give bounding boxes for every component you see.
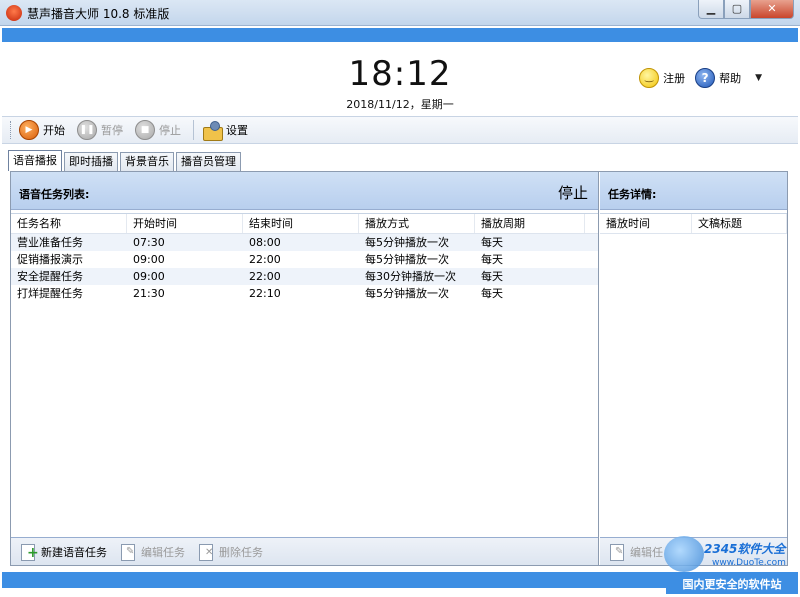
end-time-cell: 22:00 <box>249 253 281 266</box>
task-list-pane: 语音任务列表: 停止 任务名称 开始时间 结束时间 播放方式 播放周期 营业准备… <box>11 172 599 565</box>
help-button[interactable]: ? 帮助 ▼ <box>695 68 762 88</box>
close-button[interactable]: ✕ <box>750 0 794 19</box>
settings-button[interactable]: 设置 <box>202 120 248 141</box>
task-table-body: 营业准备任务 07:30 08:00 每5分钟播放一次 每天 促销播报演示 09… <box>11 234 598 302</box>
start-button[interactable]: ▶ 开始 <box>19 120 65 140</box>
table-row[interactable]: 安全提醒任务 09:00 22:00 每30分钟播放一次 每天 <box>11 268 598 285</box>
play-cycle-cell: 每天 <box>481 270 503 283</box>
chevron-down-icon[interactable]: ▼ <box>755 73 762 83</box>
clock-date: 2018/11/12，星期一 <box>346 98 454 111</box>
column-header[interactable]: 播放方式 <box>359 214 475 233</box>
pause-icon: ❚❚ <box>77 120 97 140</box>
task-list-title: 语音任务列表: <box>19 188 90 201</box>
tab-background-music[interactable]: 背景音乐 <box>120 152 174 171</box>
window-controls: ▁ ▢ ✕ <box>698 0 794 20</box>
header-accent-band <box>2 28 798 42</box>
smiley-icon <box>639 68 660 88</box>
start-time-cell: 21:30 <box>133 287 165 300</box>
task-name-cell: 营业准备任务 <box>17 236 83 249</box>
start-time-cell: 07:30 <box>133 236 165 249</box>
stop-button[interactable]: ■ 停止 <box>135 120 181 140</box>
tab-announcer-management[interactable]: 播音员管理 <box>176 152 241 171</box>
end-time-cell: 22:10 <box>249 287 281 300</box>
start-time-cell: 09:00 <box>133 270 165 283</box>
column-header[interactable]: 开始时间 <box>127 214 243 233</box>
play-mode-cell: 每5分钟播放一次 <box>365 253 449 266</box>
new-task-button[interactable]: 新建语音任务 <box>19 543 107 561</box>
task-list-header: 语音任务列表: 停止 <box>11 172 598 210</box>
task-list-actions: 新建语音任务 编辑任务 删除任务 <box>11 537 598 565</box>
toolbar-separator <box>193 120 194 140</box>
add-document-icon <box>19 543 39 561</box>
task-detail-pane: 任务详情: 播放时间 文稿标题 编辑任 <box>600 172 787 565</box>
play-cycle-cell: 每天 <box>481 253 503 266</box>
column-header[interactable]: 文稿标题 <box>692 214 787 233</box>
edit-document-icon <box>608 543 626 561</box>
app-logo-icon <box>6 5 22 21</box>
mascot-icon <box>664 536 704 572</box>
task-name-cell: 打烊提醒任务 <box>17 287 83 300</box>
tab-voice-broadcast[interactable]: 语音播报 <box>8 150 62 171</box>
register-label: 注册 <box>663 72 686 85</box>
title-bar: 慧声播音大师 10.8 标准版 ▁ ▢ ✕ <box>0 0 800 26</box>
main-panel: 语音任务列表: 停止 任务名称 开始时间 结束时间 播放方式 播放周期 营业准备… <box>10 171 788 566</box>
stop-icon: ■ <box>135 120 155 140</box>
play-mode-cell: 每5分钟播放一次 <box>365 287 449 300</box>
task-name-cell: 安全提醒任务 <box>17 270 83 283</box>
maximize-button[interactable]: ▢ <box>724 0 750 19</box>
detail-table-header: 播放时间 文稿标题 <box>600 214 787 234</box>
delete-task-button[interactable]: 删除任务 <box>197 543 263 561</box>
play-cycle-cell: 每天 <box>481 287 503 300</box>
task-detail-title: 任务详情: <box>608 188 657 201</box>
tab-strip: 语音播报 即时插播 背景音乐 播音员管理 <box>8 150 243 172</box>
minimize-button[interactable]: ▁ <box>698 0 724 19</box>
start-time-cell: 09:00 <box>133 253 165 266</box>
edit-task-label: 编辑任务 <box>141 545 185 559</box>
register-button[interactable]: 注册 <box>639 68 685 88</box>
end-time-cell: 22:00 <box>249 270 281 283</box>
column-header[interactable]: 播放周期 <box>475 214 585 233</box>
help-label: 帮助 <box>719 72 742 85</box>
delete-document-icon <box>197 543 215 561</box>
table-row[interactable]: 促销播报演示 09:00 22:00 每5分钟播放一次 每天 <box>11 251 598 268</box>
task-table-header: 任务名称 开始时间 结束时间 播放方式 播放周期 <box>11 214 598 234</box>
watermark-brand: 2345软件大全 <box>704 542 786 556</box>
playback-status: 停止 <box>557 184 588 202</box>
task-name-cell: 促销播报演示 <box>17 253 83 266</box>
stop-label: 停止 <box>159 124 181 137</box>
watermark: 2345软件大全 www.DuoTe.com 国内更安全的软件站 <box>664 536 798 596</box>
edit-detail-label: 编辑任 <box>630 545 663 559</box>
toolbar-grip[interactable] <box>10 121 13 139</box>
start-label: 开始 <box>43 124 65 137</box>
play-mode-cell: 每30分钟播放一次 <box>365 270 456 283</box>
watermark-url: www.DuoTe.com <box>712 558 786 568</box>
column-header[interactable]: 任务名称 <box>11 214 127 233</box>
window-title: 慧声播音大师 10.8 标准版 <box>27 7 170 21</box>
play-mode-cell: 每5分钟播放一次 <box>365 236 449 249</box>
help-icon: ? <box>695 68 716 88</box>
top-actions: 注册 ? 帮助 ▼ <box>639 68 762 88</box>
table-row[interactable]: 打烊提醒任务 21:30 22:10 每5分钟播放一次 每天 <box>11 285 598 302</box>
edit-task-button[interactable]: 编辑任务 <box>119 543 185 561</box>
play-cycle-cell: 每天 <box>481 236 503 249</box>
end-time-cell: 08:00 <box>249 236 281 249</box>
clock-area: 18:12 2018/11/12，星期一 注册 ? 帮助 ▼ <box>2 42 798 114</box>
pause-button[interactable]: ❚❚ 暂停 <box>77 120 123 140</box>
settings-icon <box>202 120 223 141</box>
settings-label: 设置 <box>226 124 248 137</box>
column-header[interactable]: 结束时间 <box>243 214 359 233</box>
edit-detail-button[interactable]: 编辑任 <box>608 543 663 561</box>
toolbar: ▶ 开始 ❚❚ 暂停 ■ 停止 设置 <box>2 116 798 144</box>
task-detail-header: 任务详情: <box>600 172 787 210</box>
edit-document-icon <box>119 543 137 561</box>
watermark-slogan: 国内更安全的软件站 <box>666 576 798 594</box>
column-header[interactable]: 播放时间 <box>600 214 692 233</box>
delete-task-label: 删除任务 <box>219 545 263 559</box>
play-icon: ▶ <box>19 120 39 140</box>
pause-label: 暂停 <box>101 124 123 137</box>
new-task-label: 新建语音任务 <box>41 545 107 559</box>
table-row[interactable]: 营业准备任务 07:30 08:00 每5分钟播放一次 每天 <box>11 234 598 251</box>
tab-instant-insert[interactable]: 即时插播 <box>64 152 118 171</box>
